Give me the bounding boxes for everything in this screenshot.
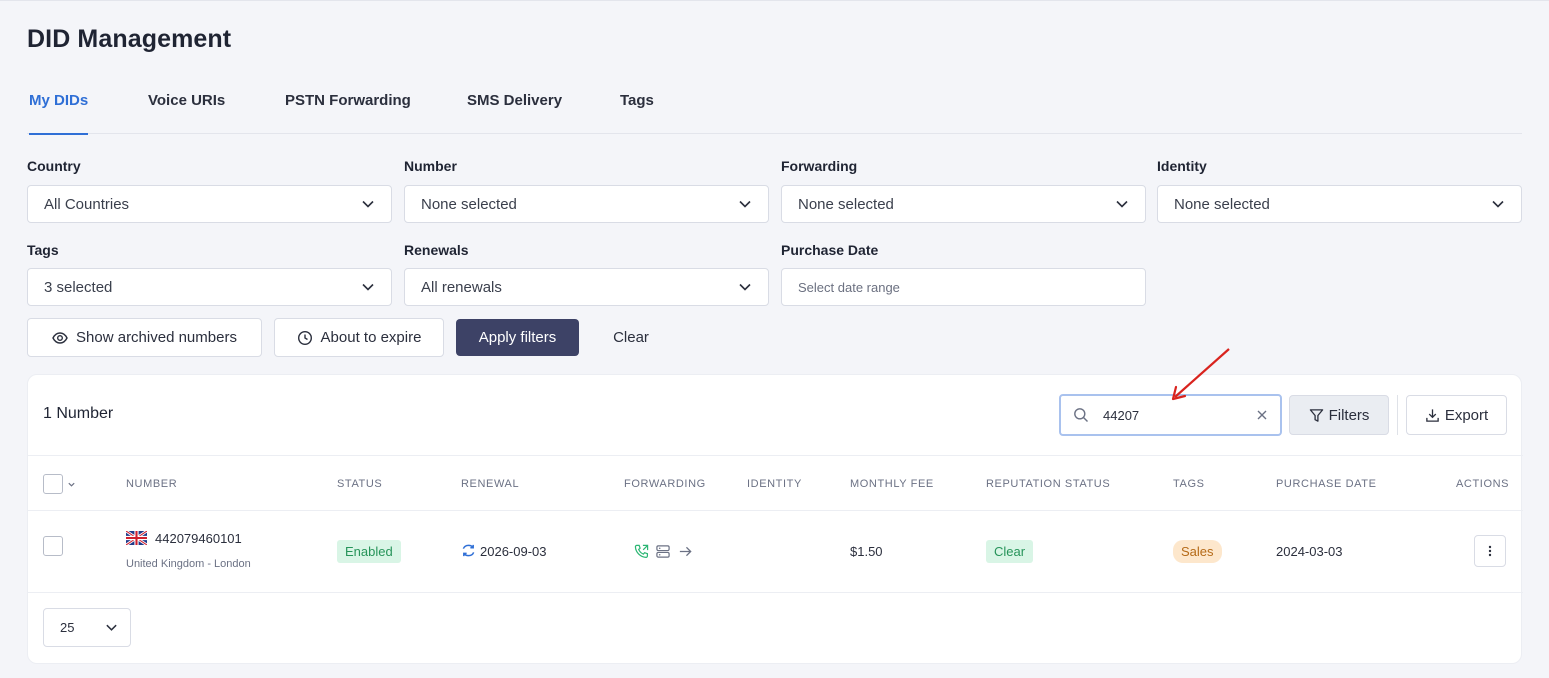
tags-label: Tags (27, 242, 59, 258)
column-header-renewal[interactable]: Renewal (461, 478, 519, 490)
server-icon (656, 545, 670, 558)
column-header-monthly-fee[interactable]: Monthly fee (850, 478, 934, 490)
page-size-select[interactable]: 25 (43, 608, 131, 647)
page-title: DID Management (27, 25, 232, 53)
tab-pstn-forwarding[interactable]: PSTN Forwarding (285, 92, 411, 134)
did-number[interactable]: 442079460101 (155, 531, 242, 546)
number-select[interactable]: None selected (404, 185, 769, 223)
country-label: Country (27, 158, 81, 174)
search-icon (1074, 408, 1088, 422)
toolbar-divider (1397, 395, 1398, 435)
clear-button[interactable]: Clear (597, 318, 665, 357)
numbers-table-card: 1 Number 44207 Filters Export Number Sta… (27, 374, 1523, 664)
purchase-date: 2024-03-03 (1276, 544, 1343, 559)
tab-sms-delivery[interactable]: SMS Delivery (467, 92, 562, 134)
identity-select[interactable]: None selected (1157, 185, 1522, 223)
forwarding-label: Forwarding (781, 158, 858, 174)
filters-button[interactable]: Filters (1289, 395, 1389, 435)
forwarding-select-value: None selected (798, 195, 894, 213)
did-location: United Kingdom - London (126, 558, 251, 570)
tab-bar: My DIDs Voice URIs PSTN Forwarding SMS D… (27, 81, 1522, 135)
tab-my-dids[interactable]: My DIDs (29, 92, 89, 135)
show-archived-label: Show archived numbers (76, 329, 237, 346)
select-all-checkbox[interactable] (43, 474, 63, 494)
export-button-label: Export (1444, 406, 1489, 424)
about-to-expire-label: About to expire (320, 329, 422, 346)
annotation-arrow-icon (1171, 348, 1230, 401)
column-header-identity[interactable]: Identity (747, 478, 802, 490)
column-header-forwarding[interactable]: Forwarding (624, 478, 706, 490)
number-select-value: None selected (421, 195, 517, 213)
column-header-reputation-status[interactable]: Reputation status (986, 478, 1110, 490)
download-icon (1426, 408, 1439, 422)
renewals-label: Renewals (404, 242, 469, 258)
renew-icon (462, 544, 475, 557)
filters-button-label: Filters (1328, 406, 1370, 424)
number-label: Number (404, 158, 457, 174)
tab-voice-uris[interactable]: Voice URIs (148, 92, 225, 134)
chevron-down-icon (1116, 200, 1128, 208)
page-size-value: 25 (60, 620, 75, 635)
column-header-status[interactable]: Status (337, 478, 382, 490)
chevron-down-icon (739, 200, 751, 208)
results-count: 1 Number (43, 405, 114, 422)
arrow-right-icon (679, 546, 692, 557)
status-badge: Enabled (337, 540, 401, 563)
show-archived-button[interactable]: Show archived numbers (27, 318, 262, 357)
purchase-date-input[interactable]: Select date range (781, 268, 1146, 306)
chevron-down-icon (362, 200, 374, 208)
renewals-select-value: All renewals (421, 278, 502, 296)
chevron-down-icon (106, 624, 117, 631)
chevron-down-icon (362, 283, 374, 291)
renewal-date: 2026-09-03 (480, 544, 547, 559)
column-header-actions: Actions (1456, 478, 1510, 490)
phone-icon (634, 544, 649, 559)
apply-filters-button[interactable]: Apply filters (456, 319, 579, 356)
more-vertical-icon (1488, 545, 1492, 557)
country-select[interactable]: All Countries (27, 185, 392, 223)
filter-icon (1309, 408, 1323, 422)
tab-tags[interactable]: Tags (620, 92, 654, 134)
close-icon[interactable] (1256, 409, 1268, 421)
purchase-date-label: Purchase Date (781, 242, 879, 258)
renewals-select[interactable]: All renewals (404, 268, 769, 306)
chevron-down-icon (739, 283, 751, 291)
forwarding-select[interactable]: None selected (781, 185, 1146, 223)
identity-select-value: None selected (1174, 195, 1270, 213)
uk-flag-icon (126, 531, 147, 545)
chevron-down-icon[interactable] (67, 480, 76, 489)
tag-badge: Sales (1173, 540, 1222, 563)
row-actions-button[interactable] (1474, 535, 1506, 567)
column-header-number[interactable]: Number (126, 478, 177, 490)
table-header: Number Status Renewal Forwarding Identit… (28, 455, 1523, 511)
monthly-fee: $1.50 (850, 544, 883, 559)
clock-icon (297, 330, 312, 345)
column-header-purchase-date[interactable]: Purchase date (1276, 478, 1377, 490)
tags-select-value: 3 selected (44, 278, 113, 296)
reputation-badge: Clear (986, 540, 1034, 563)
search-input-value: 44207 (1103, 407, 1140, 423)
country-select-value: All Countries (44, 195, 130, 213)
column-header-tags[interactable]: Tags (1173, 478, 1205, 490)
chevron-down-icon (1492, 200, 1504, 208)
row-checkbox[interactable] (43, 536, 63, 556)
eye-icon (52, 331, 68, 344)
table-row[interactable]: 442079460101 United Kingdom - London Ena… (28, 511, 1523, 593)
export-button[interactable]: Export (1406, 395, 1507, 435)
identity-label: Identity (1157, 158, 1207, 174)
tags-select[interactable]: 3 selected (27, 268, 392, 306)
about-to-expire-button[interactable]: About to expire (274, 318, 444, 357)
